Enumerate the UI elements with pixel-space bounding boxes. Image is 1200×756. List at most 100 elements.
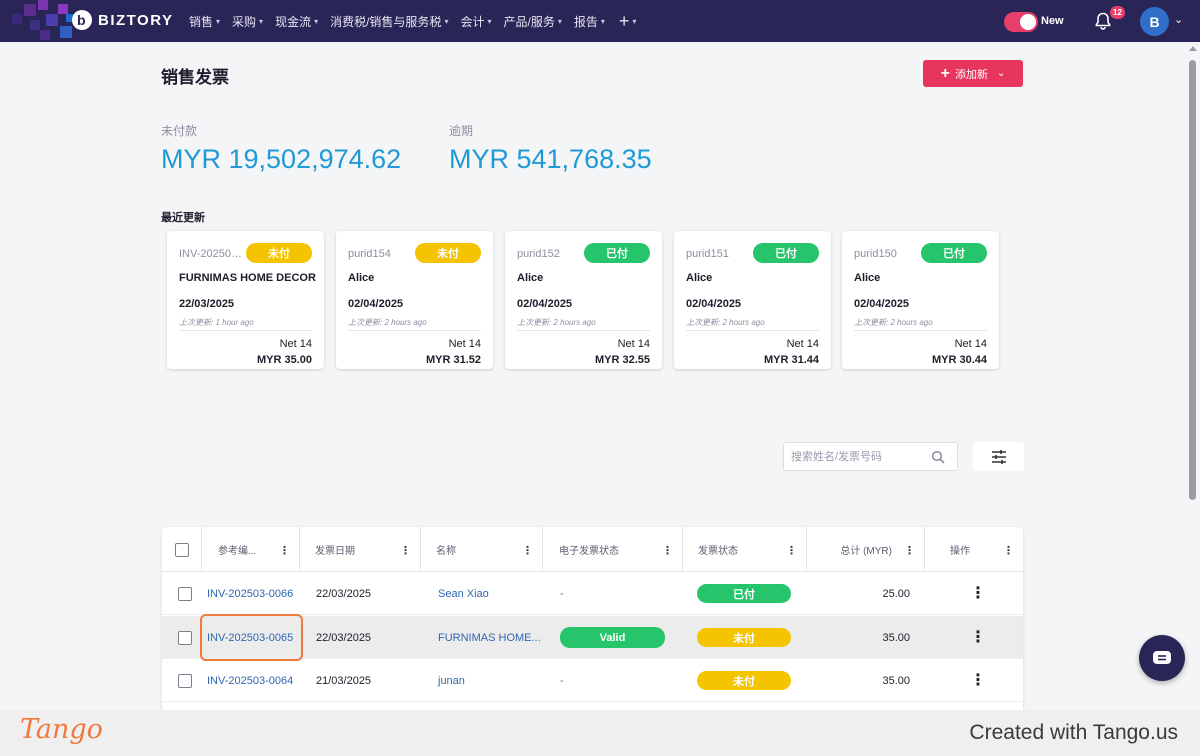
vertical-scrollbar[interactable] (1187, 42, 1200, 710)
scroll-up-arrow-icon[interactable] (1189, 46, 1197, 51)
column-menu-icon[interactable]: ⋮ (522, 544, 533, 557)
top-navbar: b BIZTORY 销售 ▾ 采购 ▾ 现金流 ▾ 消费税/销售与服务税 ▾ 会计 ▾ 产… (0, 0, 1200, 42)
nav-products[interactable]: 产品/服务 ▾ (503, 13, 567, 30)
invoice-ref-link[interactable]: INV-202503-0064 (207, 659, 293, 702)
einvoice-status-cell: Valid (560, 616, 665, 659)
overdue-amount[interactable]: MYR 541,768.35 (449, 144, 652, 175)
nav-reports[interactable]: 报告 ▾ (574, 13, 611, 30)
nav-tax[interactable]: 消费税/销售与服务税 ▾ (330, 13, 454, 30)
search-icon[interactable] (931, 450, 945, 464)
brand-logo[interactable]: b BIZTORY (72, 10, 174, 30)
card-divider (854, 330, 987, 331)
unpaid-label: 未付款 (161, 124, 198, 138)
column-header-total[interactable]: 总计 (MYR) ⋮ (807, 527, 925, 572)
column-menu-icon[interactable]: ⋮ (1003, 544, 1014, 557)
row-checkbox[interactable] (178, 673, 192, 688)
row-checkbox-cell (178, 659, 192, 702)
einvoice-status: - (560, 674, 564, 687)
card-last-updated: 上次更新: 2 hours ago (517, 318, 596, 327)
column-header-name[interactable]: 名称 ⋮ (421, 527, 543, 572)
row-actions-menu[interactable]: ⋮ (970, 572, 986, 615)
kebab-menu-icon: ⋮ (970, 628, 986, 646)
nav-sales[interactable]: 销售 ▾ (189, 13, 226, 30)
recent-invoice-card[interactable]: INV-202503-0065 未付 FURNIMAS HOME DECOR 2… (167, 231, 324, 369)
tango-credit: Created with Tango.us (969, 721, 1178, 744)
column-header-status[interactable]: 发票状态 ⋮ (683, 527, 807, 572)
card-last-updated: 上次更新: 2 hours ago (348, 318, 427, 327)
status-badge: 未付 (415, 243, 481, 263)
column-header-date[interactable]: 发票日期 ⋮ (300, 527, 421, 572)
column-menu-icon[interactable]: ⋮ (786, 544, 797, 557)
nav-purchases[interactable]: 采购 ▾ (232, 13, 269, 30)
scrollbar-thumb[interactable] (1189, 60, 1196, 500)
row-actions-menu[interactable]: ⋮ (970, 616, 986, 659)
column-menu-icon[interactable]: ⋮ (279, 544, 290, 557)
column-menu-icon[interactable]: ⋮ (904, 544, 915, 557)
status-badge: 已付 (753, 243, 819, 263)
column-header-ref[interactable]: 参考编... ⋮ (202, 527, 300, 572)
search-input[interactable] (784, 443, 924, 470)
customer-name-link[interactable]: junan (438, 659, 465, 702)
column-header-einvoice[interactable]: 电子发票状态 ⋮ (543, 527, 683, 572)
tutorial-highlight-box (200, 614, 303, 661)
row-checkbox[interactable] (178, 586, 192, 601)
invoice-status-cell: 未付 (697, 659, 791, 702)
column-header-label: 电子发票状态 (559, 546, 619, 557)
filter-button[interactable] (973, 442, 1024, 471)
new-ui-toggle[interactable] (1004, 12, 1038, 32)
card-date: 02/04/2025 (517, 298, 573, 310)
card-payment-terms: Net 14 (786, 338, 819, 350)
column-menu-icon[interactable]: ⋮ (662, 544, 673, 557)
table-row[interactable]: INV-202503-0066 22/03/2025 Sean Xiao - 已… (162, 572, 1023, 615)
invoice-total: 35.00 (882, 631, 910, 644)
row-checkbox[interactable] (178, 630, 192, 645)
chat-widget-button[interactable] (1139, 635, 1185, 681)
invoice-ref-link[interactable]: INV-202503-0066 (207, 572, 293, 615)
add-new-button[interactable]: + 添加新 ⌄ (923, 60, 1023, 87)
customer-name-link[interactable]: Sean Xiao (438, 572, 489, 615)
column-header-label: 参考编... (218, 546, 257, 557)
table-row[interactable]: INV-202503-0064 21/03/2025 junan - 未付 35… (162, 659, 1023, 702)
nav-accounting[interactable]: 会计 ▾ (460, 13, 497, 30)
column-menu-icon[interactable]: ⋮ (400, 544, 411, 557)
card-payment-terms: Net 14 (617, 338, 650, 350)
chevron-down-icon[interactable]: ⌄ (1174, 13, 1183, 26)
recent-invoice-card[interactable]: purid154 未付 Alice 02/04/2025 上次更新: 2 hou… (336, 231, 493, 369)
column-header-label: 发票状态 (698, 546, 738, 557)
tango-logo: Tango (20, 714, 103, 745)
card-amount: MYR 30.44 (931, 354, 987, 366)
nav-add-menu[interactable]: + ▾ (619, 11, 637, 32)
recent-invoice-card[interactable]: purid151 已付 Alice 02/04/2025 上次更新: 2 hou… (674, 231, 831, 369)
nav-label: 采购 (232, 14, 257, 29)
card-payment-terms: Net 14 (279, 338, 312, 350)
card-payment-terms: Net 14 (954, 338, 987, 350)
select-all-checkbox[interactable] (174, 542, 189, 557)
status-badge: 未付 (697, 671, 791, 690)
card-divider (686, 330, 819, 331)
invoice-total: 35.00 (882, 674, 910, 687)
invoice-total: 25.00 (882, 587, 910, 600)
card-divider (179, 330, 312, 331)
recent-invoice-card[interactable]: purid150 已付 Alice 02/04/2025 上次更新: 2 hou… (842, 231, 999, 369)
chat-icon (1153, 651, 1171, 664)
recent-updates-label: 最近更新 (161, 212, 205, 224)
chevron-down-icon: ▾ (444, 16, 449, 26)
unpaid-amount[interactable]: MYR 19,502,974.62 (161, 144, 401, 175)
toggle-knob (1020, 14, 1036, 30)
card-customer-name: Alice (854, 272, 881, 284)
card-divider (348, 330, 481, 331)
row-checkbox-cell (178, 572, 192, 615)
avatar[interactable]: B (1140, 7, 1169, 36)
nav-label: 销售 (189, 14, 214, 29)
chevron-down-icon: ▾ (487, 16, 492, 26)
card-amount: MYR 32.55 (594, 354, 650, 366)
column-header-action[interactable]: 操作 ⋮ (925, 527, 1023, 572)
customer-name-link[interactable]: FURNIMAS HOME... (438, 616, 541, 659)
nav-label: 报告 (573, 14, 598, 29)
plus-icon: + (618, 10, 630, 31)
row-actions-menu[interactable]: ⋮ (970, 659, 986, 702)
recent-invoice-card[interactable]: purid152 已付 Alice 02/04/2025 上次更新: 2 hou… (505, 231, 662, 369)
nav-cashflow[interactable]: 现金流 ▾ (275, 13, 324, 30)
card-last-updated: 上次更新: 1 hour ago (179, 318, 254, 327)
einvoice-status: - (560, 587, 564, 600)
